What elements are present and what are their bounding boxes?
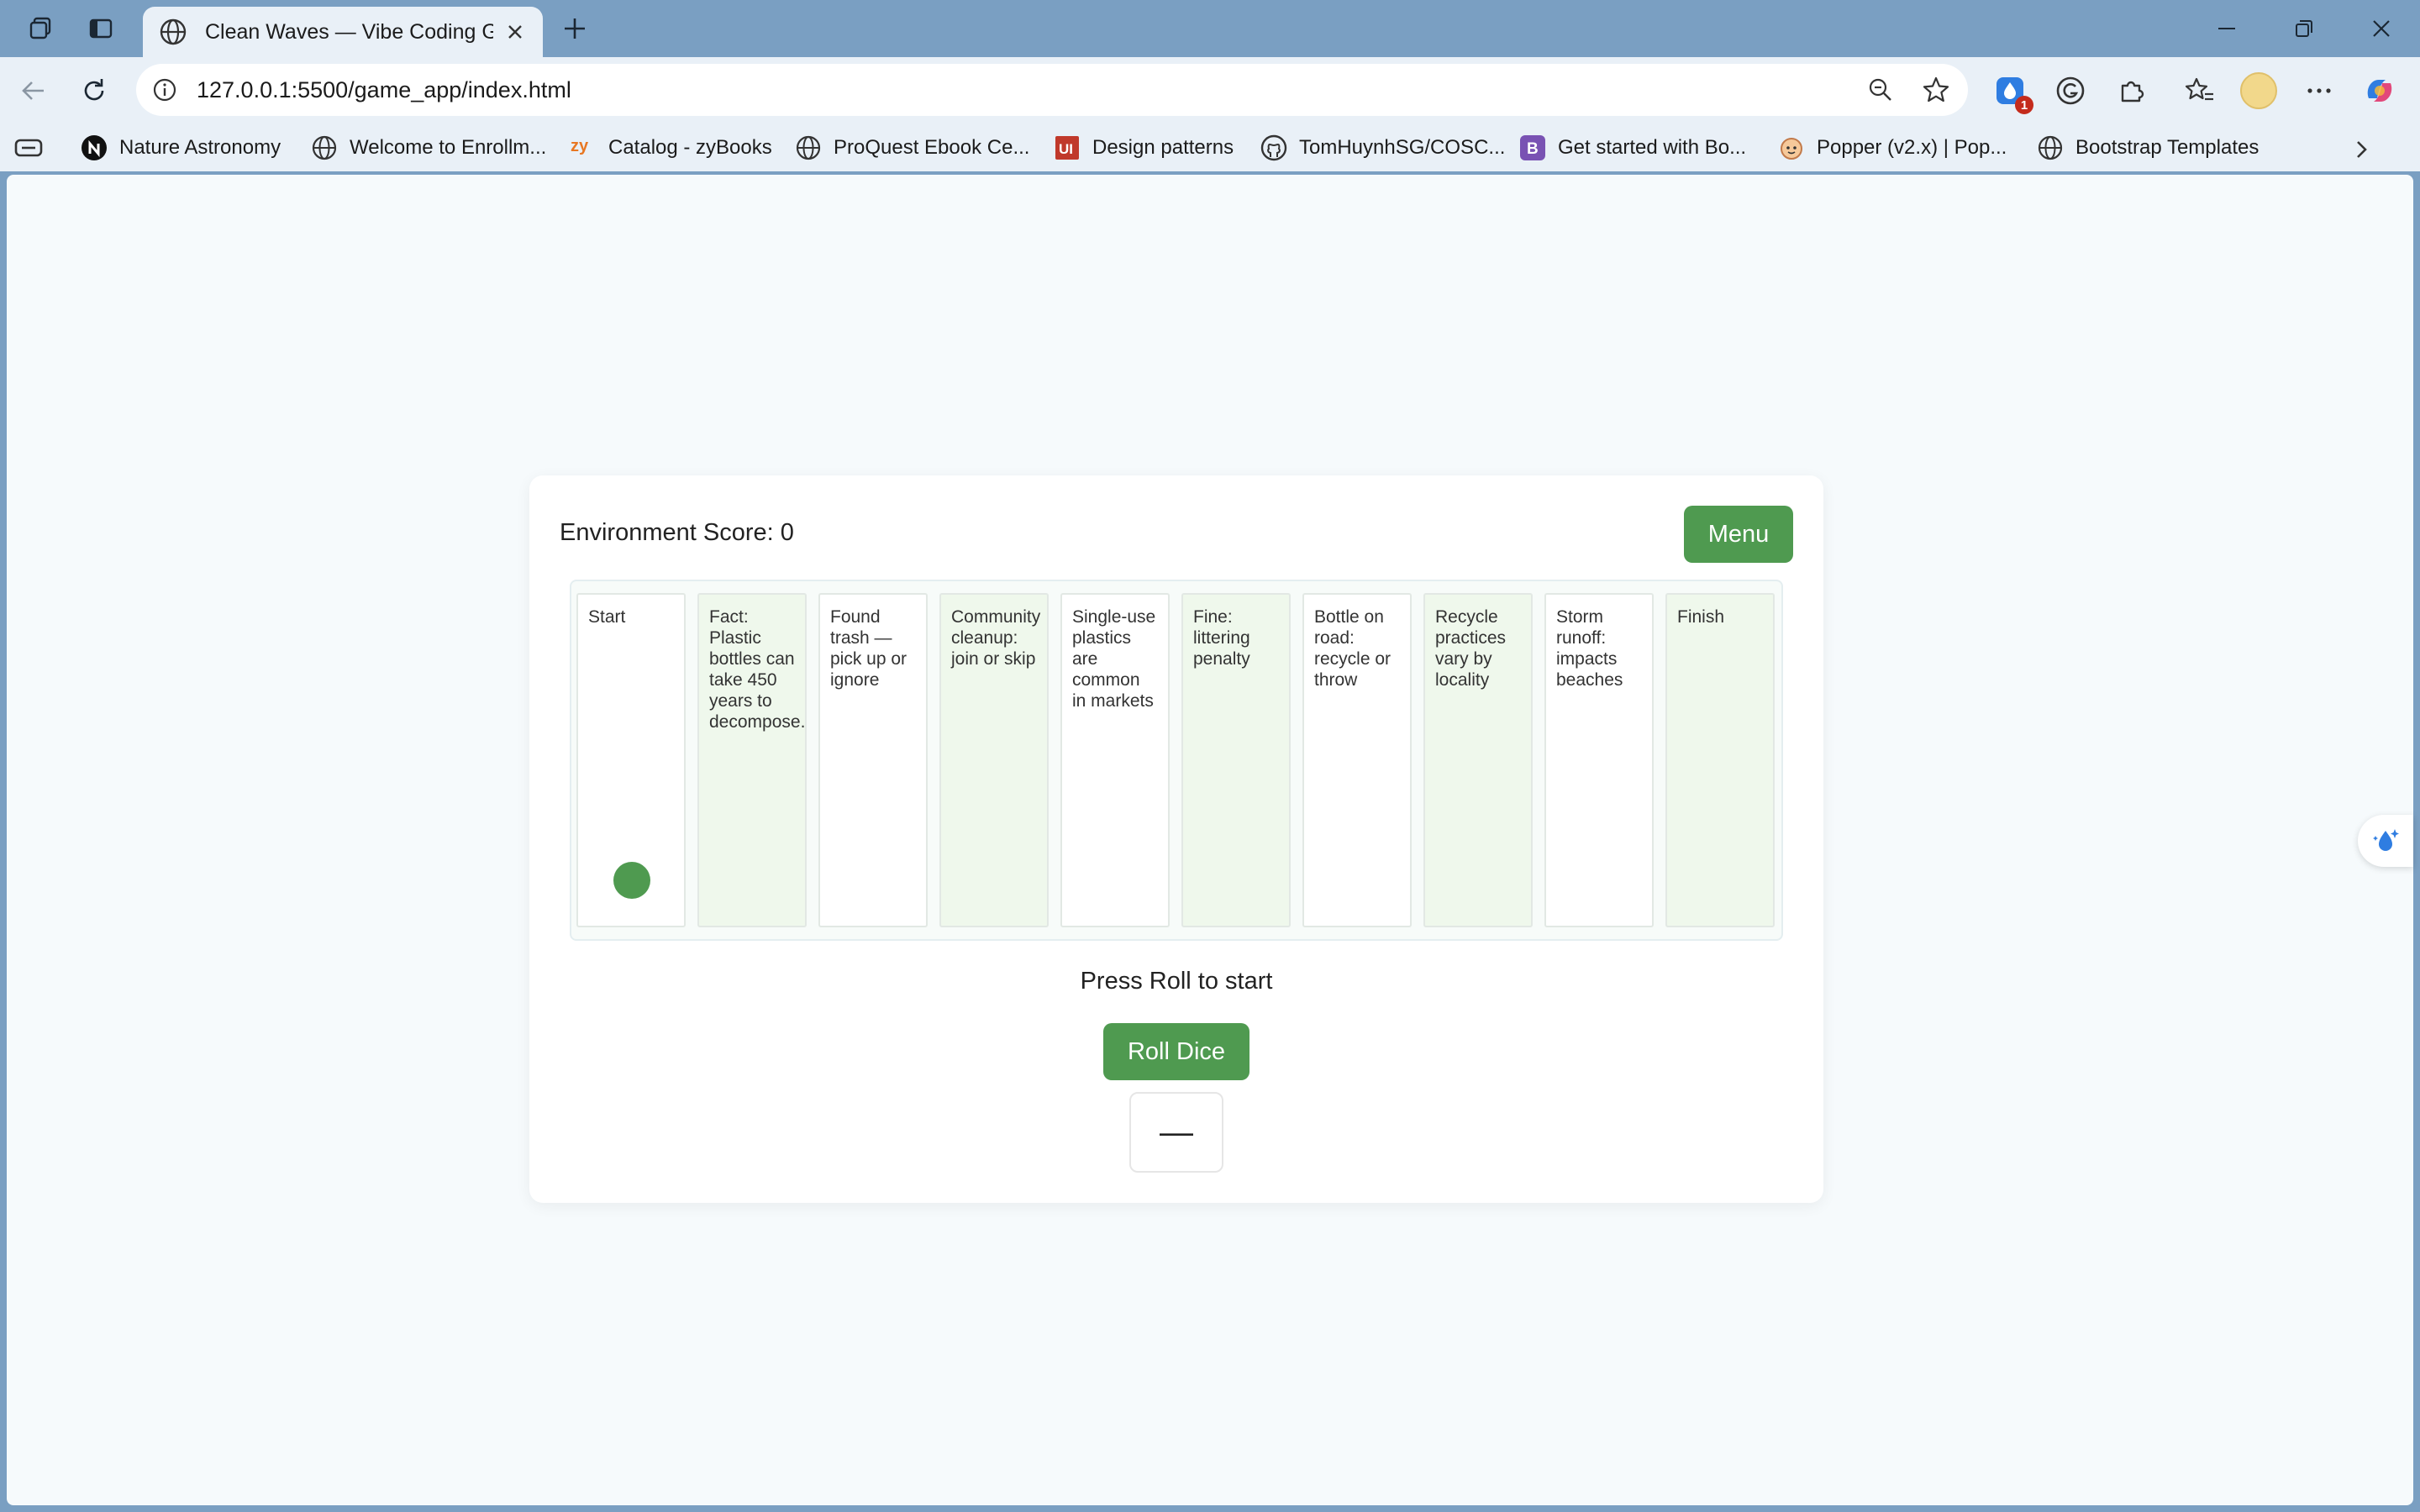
- reading-list-icon[interactable]: [13, 131, 44, 165]
- status-message: Press Roll to start: [1080, 968, 1273, 995]
- game-board: Start Fact: Plastic bottles can take 450…: [570, 580, 1783, 941]
- site-info-icon[interactable]: [148, 73, 182, 107]
- cell-label: Fact: Plastic bottles can take 450 years…: [709, 607, 806, 732]
- extension-badge: 1: [2015, 96, 2033, 114]
- svg-text:UI: UI: [1059, 141, 1073, 157]
- player-token: [613, 862, 650, 899]
- cell-label: Finish: [1677, 607, 1725, 627]
- close-tab-icon[interactable]: [502, 18, 528, 45]
- close-window-button[interactable]: [2356, 8, 2407, 49]
- vertical-tabs-icon[interactable]: [84, 12, 118, 45]
- sidebar-assistant-icon[interactable]: [2358, 815, 2413, 867]
- bookmark-item[interactable]: Popper (v2.x) | Pop...: [1778, 131, 2007, 165]
- favorite-star-icon[interactable]: [1919, 73, 1953, 107]
- board-cell: Found trash — pick up or ignore: [818, 593, 928, 927]
- bookmark-item[interactable]: Bootstrap Templates: [2037, 131, 2259, 165]
- board-cell-finish: Finish: [1665, 593, 1775, 927]
- cell-label: Single-use plastics are common in market…: [1072, 607, 1156, 711]
- zybooks-icon: zy: [570, 134, 597, 161]
- cell-label: Community cleanup: join or skip: [951, 607, 1041, 669]
- cell-label: Found trash — pick up or ignore: [830, 607, 908, 690]
- board-cell: Fact: Plastic bottles can take 450 years…: [697, 593, 807, 927]
- bookmark-label: Design patterns: [1092, 136, 1234, 159]
- extension-water-icon[interactable]: 1: [1990, 71, 2033, 114]
- address-bar[interactable]: 127.0.0.1:5500/game_app/index.html: [136, 64, 1968, 116]
- globe-icon: [795, 134, 822, 161]
- menu-button[interactable]: Menu: [1684, 506, 1793, 563]
- board-cell: Single-use plastics are common in market…: [1060, 593, 1170, 927]
- globe-icon: [311, 134, 338, 161]
- github-icon: [1260, 134, 1287, 161]
- game-card: Environment Score: 0 Menu Start Fact: Pl…: [529, 475, 1823, 1203]
- board-cell: Community cleanup: join or skip: [939, 593, 1049, 927]
- board-cell: Bottle on road: recycle or throw: [1302, 593, 1412, 927]
- board-cell: Recycle practices vary by locality: [1423, 593, 1533, 927]
- active-tab[interactable]: Clean Waves — Vibe Coding Gam: [143, 7, 543, 57]
- globe-icon: [2037, 134, 2064, 161]
- dice-display: —: [1129, 1092, 1223, 1173]
- bootstrap-icon: B: [1519, 134, 1546, 161]
- bookmark-label: Popper (v2.x) | Pop...: [1817, 136, 2007, 159]
- bookmarks-bar: Nature Astronomy Welcome to Enrollm... z…: [0, 124, 2420, 171]
- board-cell: Fine: littering penalty: [1181, 593, 1291, 927]
- environment-score: Environment Score: 0: [560, 519, 794, 546]
- bookmark-label: TomHuynhSG/COSC...: [1299, 136, 1506, 159]
- title-bar: Clean Waves — Vibe Coding Gam: [0, 0, 2420, 57]
- bookmark-label: Catalog - zyBooks: [608, 136, 772, 159]
- board-cell-start: Start: [576, 593, 686, 927]
- bookmark-label: ProQuest Ebook Ce...: [834, 136, 1030, 159]
- ui-icon: UI: [1054, 134, 1081, 161]
- minimize-button[interactable]: [2202, 8, 2252, 49]
- favorites-icon[interactable]: [2180, 71, 2220, 111]
- cell-label: Recycle practices vary by locality: [1435, 607, 1507, 690]
- zoom-out-icon[interactable]: [1864, 73, 1897, 107]
- bookmark-label: Welcome to Enrollm...: [350, 136, 547, 159]
- new-tab-button[interactable]: [556, 10, 593, 47]
- back-button[interactable]: [13, 71, 54, 111]
- workspaces-icon[interactable]: [24, 12, 57, 45]
- cell-label: Bottle on road: recycle or throw: [1314, 607, 1392, 690]
- tab-title: Clean Waves — Vibe Coding Gam: [205, 19, 494, 44]
- refresh-button[interactable]: [74, 71, 114, 111]
- chevron-right-icon[interactable]: [2344, 133, 2378, 166]
- bookmark-item[interactable]: UI Design patterns: [1054, 131, 1234, 165]
- svg-text:zy: zy: [571, 137, 589, 155]
- more-options-icon[interactable]: [2299, 71, 2339, 111]
- copilot-icon[interactable]: [2360, 71, 2400, 111]
- bookmark-item[interactable]: Welcome to Enrollm...: [311, 131, 546, 165]
- url-text: 127.0.0.1:5500/game_app/index.html: [197, 76, 571, 102]
- grammarly-icon[interactable]: [2050, 71, 2091, 111]
- restore-button[interactable]: [2279, 8, 2329, 49]
- bookmark-label: Nature Astronomy: [119, 136, 281, 159]
- bookmark-item[interactable]: ProQuest Ebook Ce...: [795, 131, 1029, 165]
- extensions-puzzle-icon[interactable]: [2111, 71, 2151, 111]
- navigation-bar: 127.0.0.1:5500/game_app/index.html 1: [0, 57, 2420, 124]
- roll-dice-button[interactable]: Roll Dice: [1103, 1023, 1249, 1080]
- popper-icon: [1778, 134, 1805, 161]
- profile-avatar[interactable]: [2240, 72, 2277, 109]
- bookmark-label: Bootstrap Templates: [2075, 136, 2260, 159]
- cell-label: Storm runoff: impacts beaches: [1556, 607, 1623, 690]
- bookmark-item[interactable]: TomHuynhSG/COSC...: [1260, 131, 1505, 165]
- svg-text:B: B: [1527, 140, 1539, 158]
- bookmark-item[interactable]: zy Catalog - zyBooks: [570, 131, 772, 165]
- bookmark-item[interactable]: Nature Astronomy: [81, 131, 281, 165]
- cell-label: Start: [588, 607, 626, 627]
- nature-n-icon: [81, 134, 108, 161]
- cell-label: Fine: littering penalty: [1193, 607, 1250, 669]
- bookmark-item[interactable]: B Get started with Bo...: [1519, 131, 1746, 165]
- globe-icon: [158, 17, 188, 47]
- bookmark-label: Get started with Bo...: [1558, 136, 1747, 159]
- board-cell: Storm runoff: impacts beaches: [1544, 593, 1654, 927]
